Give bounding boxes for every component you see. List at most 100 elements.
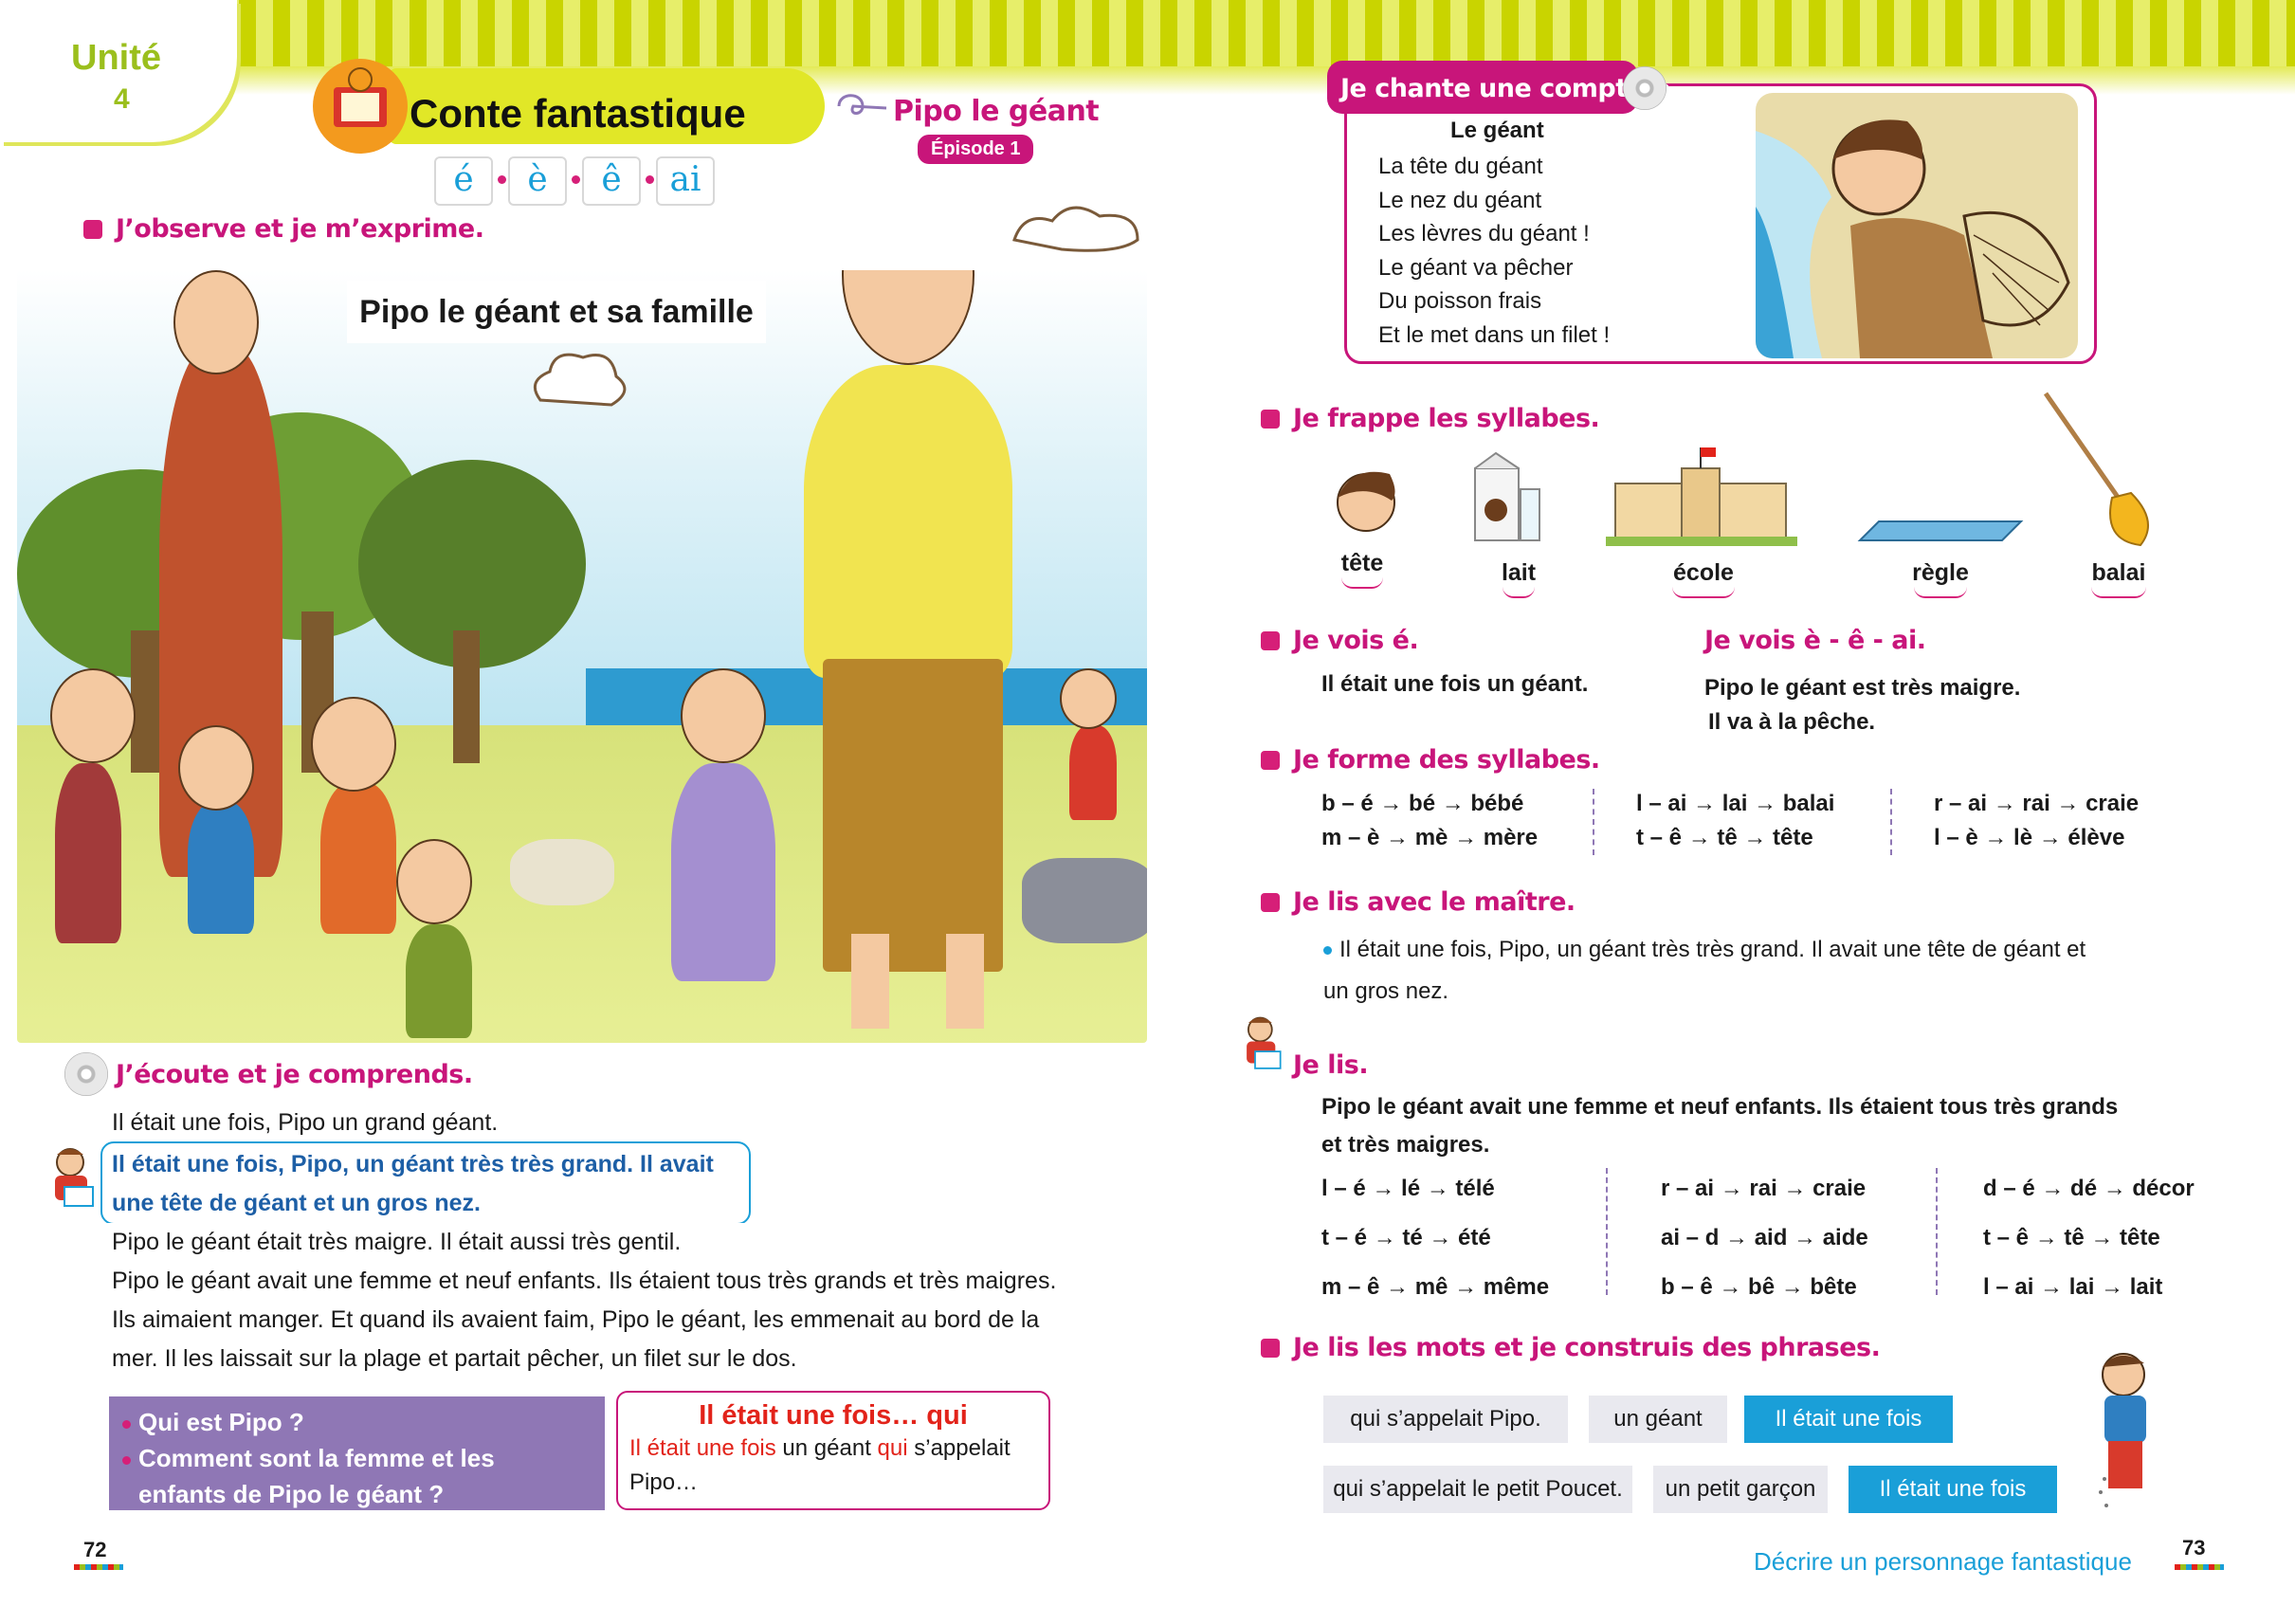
book-mascot-icon [313,59,408,154]
highlight-line: une tête de géant et un gros nez. [112,1190,481,1216]
section-bullet [83,220,102,239]
top-stripes [0,0,2295,66]
poem-line: Le géant va pêcher [1378,254,1574,281]
lis-item: m – ê → mê → même [1321,1274,1550,1300]
syllable-word: lait [1457,559,1580,598]
syllable-word: règle [1879,559,2002,598]
page-title: Conte fantastique [410,91,746,136]
poem-line: Les lèvres du géant ! [1378,221,1590,246]
syllable-word: balai [2057,559,2180,598]
vois-other-title: Je vois è - ê - ai. [1704,626,1926,655]
lis-item: ai – d → aid → aide [1661,1225,1868,1250]
forme-col: b – é → bé → bébé m – è → mè → mère [1321,787,1538,855]
highlight-reading-box: Il était une fois, Pipo, un géant très t… [100,1141,751,1225]
story-title: Pipo le géant [893,95,1100,128]
maitre-line: un gros nez. [1323,978,1449,1004]
forme-item: r – ai → rai → craie [1934,791,2140,816]
cloud-icon [533,353,627,407]
poem-line: Et le met dans un filet ! [1378,321,1611,348]
footer-objective: Décrire un personnage fantastique [1754,1547,2132,1576]
forme-item: b – é → bé → bébé [1321,791,1524,816]
separator-dot [572,175,580,184]
child-reading-icon [1238,1014,1287,1075]
column-divider [1890,789,1892,855]
word-chip[interactable]: qui s’appelait le petit Poucet. [1323,1466,1632,1513]
fois-text-line2: Pipo… [629,1469,699,1495]
lis-text: Pipo le géant avait une femme et neuf en… [1321,1088,2156,1164]
cloud-icon [1012,206,1139,252]
broom-icon [2036,389,2159,550]
syllable-word: tête [1301,550,1424,589]
syllable-word: école [1642,559,1765,598]
story-line: Il était une fois, Pipo un grand géant. [95,1104,777,1142]
page-number-decoration [2175,1564,2224,1570]
page-number-left: 72 [83,1538,107,1561]
poem-line: Du poisson frais [1378,288,1542,314]
question-item: Comment sont la femme et les [122,1440,592,1476]
milk-carton-icon [1467,451,1547,546]
forme-title: Je forme des syllabes. [1293,745,1600,775]
forme-item: l – è → lè → élève [1934,825,2125,850]
lis-item: l – é → lé → télé [1321,1176,1495,1201]
section-bullet [1261,751,1280,770]
forme-item: l – ai → lai → balai [1636,791,1835,816]
story-line-text: Ils aimaient manger. Et quand ils avaien… [112,1306,1040,1333]
maitre-line: Il était une fois, Pipo, un géant très t… [1323,929,2158,971]
maitre-text: Il était une fois, Pipo, un géant très t… [1323,929,2158,1013]
letter-box: ai [656,156,715,206]
question-item: enfants de Pipo le géant ? [138,1480,445,1508]
vois-other-line: Il va à la pêche. [1708,709,1876,735]
vois-e-title: Je vois é. [1293,626,1419,655]
letter-box: é [434,156,493,206]
maitre-title: Je lis avec le maître. [1293,887,1576,917]
boy-head-icon [1323,455,1409,540]
lis-item: d – é → dé → décor [1983,1176,2195,1201]
child-reading-icon [46,1145,100,1213]
separator-dot [498,175,506,184]
cd-icon[interactable] [1623,66,1667,110]
word-chip[interactable]: qui s’appelait Pipo. [1323,1396,1568,1443]
word-chip[interactable]: un géant [1589,1396,1727,1443]
episode-badge: Épisode 1 [918,135,1034,164]
story-line-text: Pipo le géant avait une femme et neuf en… [112,1268,1057,1294]
ruler-icon [1850,502,2025,550]
page-number-right: 73 [2182,1536,2206,1560]
forme-item: m – è → mè → mère [1321,825,1539,850]
lis-col: r – ai → rai → craie ai – d → aid → aide… [1661,1164,1868,1312]
lis-col: d – é → dé → décor t – ê → tê → tête l –… [1983,1164,2195,1312]
il-etait-une-fois-box: Il était une fois… qui Il était une fois… [616,1391,1050,1510]
poem-body: La tête du géant Le nez du géant Les lèv… [1378,150,1610,352]
unit-label: Unité [71,38,161,78]
forme-col: l – ai → lai → balai t – ê → tê → tête [1636,787,1834,855]
lis-line: et très maigres. [1321,1132,1490,1158]
lis-col: l – é → lé → télé t – é → té → été m – ê… [1321,1164,1549,1312]
page-number-decoration [74,1564,123,1570]
fois-title: Il était une fois… qui [699,1400,968,1431]
vois-e-text: Il était une fois un géant. [1321,671,1589,697]
boy-dropping-pebbles-icon [2076,1346,2180,1517]
fois-text: Il était une fois un géant qui s’appelai… [629,1435,1011,1461]
questions-box: Qui est Pipo ? Comment sont la femme et … [109,1396,605,1510]
vois-other-text: Pipo le géant est très maigre. Il va à l… [1704,671,2020,739]
observe-title: J’observe et je m’exprime. [116,214,484,244]
unit-number: 4 [114,83,130,115]
section-bullet [1261,410,1280,429]
separator-dot [646,175,654,184]
word-chip[interactable]: Il était une fois [1849,1466,2057,1513]
poem-line: Le nez du géant [1378,187,1542,213]
story-line-text: Pipo le géant était très maigre. Il étai… [112,1229,682,1255]
story-line-text: Il était une fois, Pipo un grand géant. [112,1109,499,1136]
word-chip[interactable]: Il était une fois [1744,1396,1953,1443]
section-bullet [1261,631,1280,650]
story-line-text: mer. Il les laissait sur la plage et par… [112,1345,797,1372]
poem-title: Le géant [1450,118,1544,143]
cd-icon[interactable] [64,1052,108,1096]
column-divider [1593,789,1594,855]
section-bullet [1261,893,1280,912]
scene-caption: Pipo le géant et sa famille [347,281,766,343]
listen-title: J’écoute et je comprends. [116,1060,473,1089]
letter-box: ê [582,156,641,206]
word-chip[interactable]: un petit garçon [1653,1466,1828,1513]
lis-item: t – é → té → été [1321,1225,1491,1250]
lis-item: b – ê → bê → bête [1661,1274,1857,1300]
